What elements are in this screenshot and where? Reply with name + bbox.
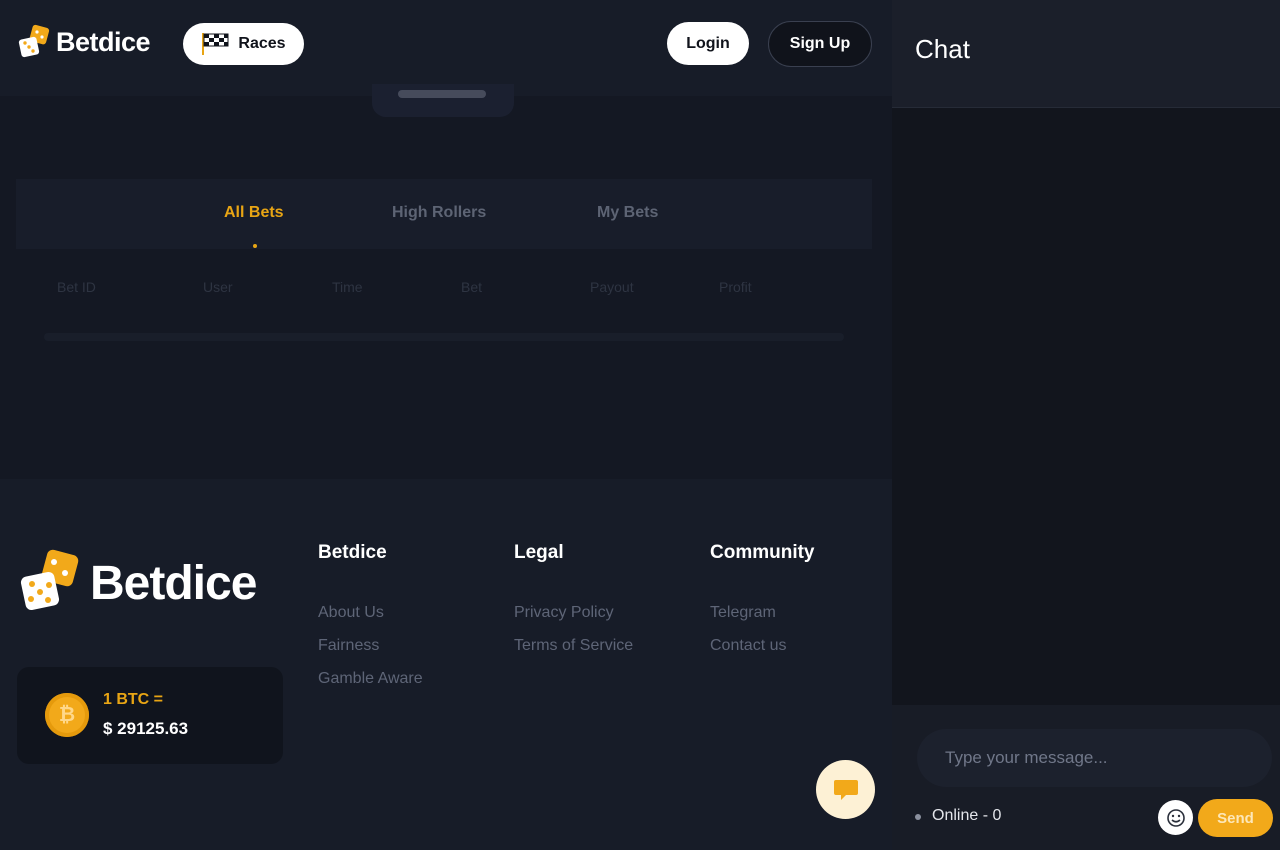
footer-link-terms-of-service[interactable]: Terms of Service [514, 637, 633, 655]
partial-scrolled-element [372, 84, 514, 117]
faded-bet-row [44, 333, 844, 341]
btc-value: $ 29125.63 [103, 719, 189, 738]
races-label: Races [238, 35, 286, 52]
footer-link-telegram[interactable]: Telegram [710, 604, 776, 622]
footer-brand-name: Betdice [90, 556, 257, 610]
send-button[interactable]: Send [1198, 799, 1273, 837]
login-button[interactable]: Login [667, 22, 749, 65]
brand-logo[interactable]: Betdice [18, 24, 151, 60]
column-header-time: Time [332, 279, 363, 295]
chat-title: Chat [915, 34, 970, 64]
footer [0, 479, 892, 850]
checkered-flag-icon [202, 33, 229, 55]
main-content: Betdice Races Login Sign Up All Bets Hig… [0, 0, 892, 850]
footer-link-contact-us[interactable]: Contact us [710, 637, 786, 655]
column-header-bet: Bet [461, 279, 483, 295]
column-header-payout: Payout [590, 279, 634, 295]
signup-button[interactable]: Sign Up [768, 21, 872, 67]
dice-logo-icon [18, 24, 50, 58]
footer-brand-logo[interactable]: Betdice [20, 548, 257, 618]
tab-high-rollers[interactable]: High Rollers [392, 204, 486, 222]
bitcoin-icon: ₿ [45, 693, 89, 737]
chat-bubble-icon [833, 779, 858, 800]
tab-all-bets[interactable]: All Bets [224, 204, 284, 222]
footer-link-privacy-policy[interactable]: Privacy Policy [514, 604, 614, 622]
chat-messages-area [892, 108, 1280, 705]
footer-column-title-betdice: Betdice [318, 542, 387, 563]
footer-column-title-community: Community [710, 542, 815, 563]
emoji-icon [1166, 808, 1185, 827]
footer-column-title-legal: Legal [514, 542, 564, 563]
tab-my-bets[interactable]: My Bets [597, 204, 658, 222]
chat-header: Chat [892, 0, 1280, 108]
chat-toggle-button[interactable] [816, 760, 875, 819]
online-count: Online - 0 [932, 807, 1002, 824]
chat-message-input[interactable] [917, 729, 1272, 787]
column-header-user: User [203, 279, 233, 295]
footer-link-about-us[interactable]: About Us [318, 604, 384, 622]
dice-logo-icon [20, 549, 79, 611]
footer-link-gamble-aware[interactable]: Gamble Aware [318, 670, 423, 688]
footer-link-fairness[interactable]: Fairness [318, 637, 379, 655]
online-status-dot [915, 814, 921, 820]
column-header-profit: Profit [719, 279, 752, 295]
column-header-bet-id: Bet ID [57, 279, 96, 295]
blurred-text [398, 90, 486, 98]
btc-label: 1 BTC = [103, 691, 164, 708]
brand-name: Betdice [56, 26, 151, 57]
active-tab-indicator [253, 244, 257, 248]
chat-panel: Chat Online - 0 Send [892, 0, 1280, 850]
emoji-button[interactable] [1158, 800, 1193, 835]
races-button[interactable]: Races [183, 23, 304, 65]
